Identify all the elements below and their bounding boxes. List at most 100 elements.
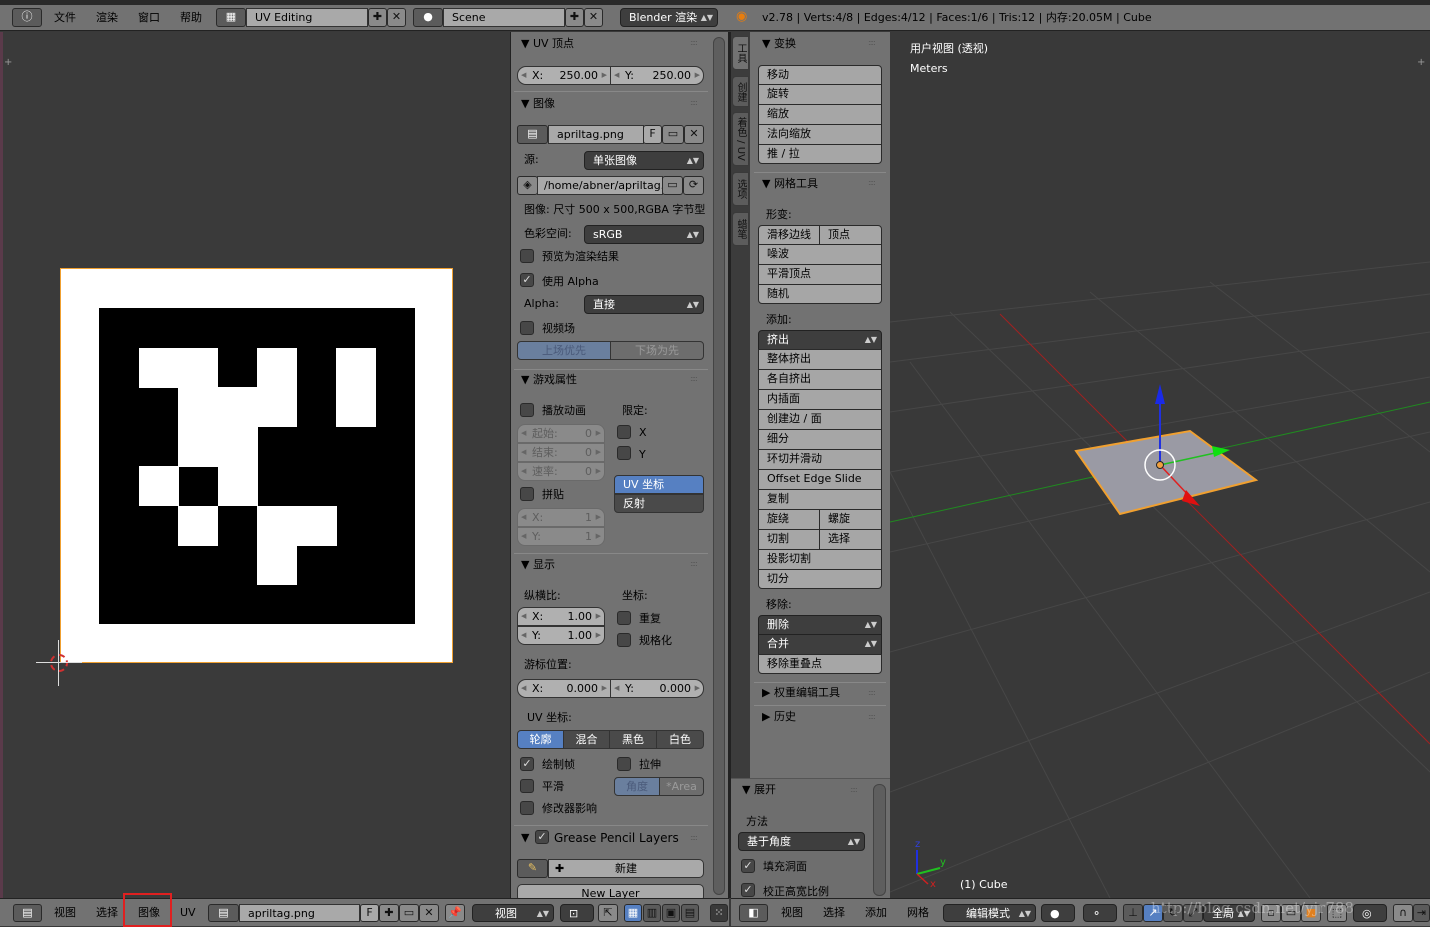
panel-transform-header[interactable]: ▼ 变换 xyxy=(762,37,796,51)
screw-button[interactable]: 螺旋 xyxy=(819,509,882,530)
image-name-field[interactable]: apriltag.png xyxy=(548,125,644,144)
pack-icon[interactable]: ◈ xyxy=(517,176,538,195)
pencil-icon[interactable]: ✎ xyxy=(517,859,548,878)
snap-element-icon[interactable]: ⇥ xyxy=(1413,904,1430,922)
extrude-dropdown[interactable]: 挤出 ▲▼ xyxy=(758,330,882,350)
mode-dropdown[interactable]: 编辑模式 ▲▼ xyxy=(943,904,1036,922)
drag-handle-icon[interactable]: :::: xyxy=(690,98,698,107)
uv-draw-outline[interactable]: 轮廓 xyxy=(517,730,564,749)
correct-aspect-checkbox[interactable]: ✓ xyxy=(741,883,755,897)
menu-render[interactable]: 渲染 xyxy=(96,11,118,25)
slide-edge-button[interactable]: 滑移边线 xyxy=(758,225,820,245)
drag-handle-icon[interactable]: :::: xyxy=(868,712,876,721)
menu-help[interactable]: 帮助 xyxy=(180,11,202,25)
view-mode-dropdown[interactable]: 视图 ▲▼ xyxy=(472,904,554,922)
randomize-button[interactable]: 随机 xyxy=(758,284,882,304)
knife-select-button[interactable]: 选择 xyxy=(819,529,882,550)
stretch-checkbox[interactable] xyxy=(617,757,631,771)
menu-select[interactable]: 选择 xyxy=(823,906,845,920)
editor-type-icon[interactable]: ◧ xyxy=(739,904,768,922)
delete-scene-icon[interactable]: ✕ xyxy=(584,8,603,27)
cursor-x-field[interactable]: ◀ X: 0.000 ▶ xyxy=(517,679,611,698)
menu-window[interactable]: 窗口 xyxy=(138,11,160,25)
panel-uv-vertex-header[interactable]: ▼ UV 顶点 xyxy=(521,37,574,51)
drag-handle-icon[interactable]: :::: xyxy=(868,38,876,47)
manipulator-toggle-icon[interactable]: ⊥ xyxy=(1123,904,1143,922)
panel-display-header[interactable]: ▼ 显示 xyxy=(521,558,555,572)
knife-button[interactable]: 切割 xyxy=(758,529,820,550)
unlink-icon[interactable]: ✕ xyxy=(684,125,704,144)
mapping-reflection-option[interactable]: 反射 xyxy=(614,494,704,513)
translate-button[interactable]: 移动 xyxy=(758,65,882,85)
anim-start-field[interactable]: ◀ 起始: 0 ▶ xyxy=(517,424,605,443)
menu-select[interactable]: 选择 xyxy=(96,906,118,920)
panel-game-header[interactable]: ▼ 游戏属性 xyxy=(521,373,577,387)
drag-handle-icon[interactable]: :::: xyxy=(690,38,698,47)
tab-create[interactable]: 创建 xyxy=(732,76,749,107)
menu-view[interactable]: 视图 xyxy=(781,906,803,920)
loop-cut-slide-button[interactable]: 环切并滑动 xyxy=(758,449,882,470)
slide-vertex-button[interactable]: 顶点 xyxy=(819,225,882,245)
add-scene-icon[interactable]: ✚ xyxy=(565,8,584,27)
drag-handle-icon[interactable]: :::: xyxy=(868,178,876,187)
grease-pencil-checkbox[interactable]: ✓ xyxy=(535,830,549,844)
sync-selection-icon[interactable]: ⇱ xyxy=(598,904,618,922)
rotate-button[interactable]: 旋转 xyxy=(758,84,882,105)
render-engine-dropdown[interactable]: Blender 渲染 ▲▼ xyxy=(620,8,718,27)
anim-end-field[interactable]: ◀ 结束: 0 ▶ xyxy=(517,443,605,462)
panel-grease-pencil-toggle[interactable]: ▼ xyxy=(521,831,529,845)
draw-faces-checkbox[interactable]: ✓ xyxy=(520,757,534,771)
tab-options[interactable]: 选项 xyxy=(732,172,749,206)
menu-file[interactable]: 文件 xyxy=(54,11,76,25)
normalized-checkbox[interactable] xyxy=(617,633,631,647)
proportional-edit-dropdown[interactable]: ◎ xyxy=(1353,904,1387,922)
new-image-icon[interactable]: ✚ xyxy=(379,904,399,922)
smooth-vertex-button[interactable]: 平滑顶点 xyxy=(758,264,882,285)
add-region-icon[interactable]: + xyxy=(1417,56,1425,70)
reload-icon[interactable]: ⟳ xyxy=(683,176,704,195)
operator-scrollbar[interactable] xyxy=(873,784,886,896)
subdivide-button[interactable]: 细分 xyxy=(758,429,882,450)
mapping-uv-option[interactable]: UV 坐标 xyxy=(614,475,704,494)
filepath-field[interactable]: /home/abner/apriltag.... xyxy=(537,176,663,195)
3d-viewport[interactable]: z y x 用户视图 (透视) Meters (1) Cube + xyxy=(890,32,1430,898)
modified-edges-checkbox[interactable] xyxy=(520,801,534,815)
browse-file-icon[interactable]: ▭ xyxy=(662,176,683,195)
tiles-y-field[interactable]: ◀ Y: 1 ▶ xyxy=(517,527,605,546)
merge-dropdown[interactable]: 合并 ▲▼ xyxy=(758,634,882,655)
open-image-icon[interactable]: ▭ xyxy=(399,904,419,922)
cursor-y-field[interactable]: ◀ Y: 0.000 ▶ xyxy=(610,679,704,698)
add-layout-icon[interactable]: ✚ xyxy=(368,8,387,27)
pin-icon[interactable]: 📌 xyxy=(445,904,465,922)
menu-mesh[interactable]: 网格 xyxy=(907,906,929,920)
panel-history-header[interactable]: ▶ 历史 xyxy=(762,710,796,724)
spin-button[interactable]: 旋绕 xyxy=(758,509,820,530)
extrude-individual-button[interactable]: 各自挤出 xyxy=(758,369,882,390)
uv-vertex-x-field[interactable]: ◀ X: 250.00 ▶ xyxy=(517,66,611,85)
tab-shading-uv[interactable]: 着色 / UV xyxy=(732,112,749,166)
image-name-field[interactable]: apriltag.png xyxy=(239,904,360,922)
scene-icon[interactable]: ● xyxy=(413,8,443,27)
new-grease-pencil-button[interactable]: ✚ 新建 xyxy=(548,859,704,878)
anim-speed-field[interactable]: ◀ 速率: 0 ▶ xyxy=(517,462,605,481)
edge-select-mode-icon[interactable]: ▥ xyxy=(643,904,661,922)
animation-checkbox[interactable] xyxy=(520,403,534,417)
vertex-select-mode-icon[interactable]: ▦ xyxy=(624,904,642,922)
add-region-icon[interactable]: + xyxy=(4,56,12,70)
2d-cursor-icon[interactable] xyxy=(36,640,82,686)
colorspace-dropdown[interactable]: sRGB ▲▼ xyxy=(584,225,704,244)
view-as-render-checkbox[interactable] xyxy=(520,249,534,263)
operator-unwrap-header[interactable]: ▼ 展开 xyxy=(742,783,776,797)
fill-holes-checkbox[interactable]: ✓ xyxy=(741,859,755,873)
selected-plane-face[interactable] xyxy=(1074,429,1259,516)
alpha-mode-dropdown[interactable]: 直接 ▲▼ xyxy=(584,295,704,314)
use-alpha-checkbox[interactable]: ✓ xyxy=(520,273,534,287)
editor-type-icon[interactable]: ▤ xyxy=(13,904,42,922)
unwrap-method-dropdown[interactable]: 基于角度 ▲▼ xyxy=(738,832,865,851)
offset-edge-slide-button[interactable]: Offset Edge Slide xyxy=(758,469,882,490)
uv-draw-white[interactable]: 白色 xyxy=(656,730,704,749)
source-dropdown[interactable]: 单张图像 ▲▼ xyxy=(584,151,704,170)
drag-handle-icon[interactable]: :::: xyxy=(868,688,876,697)
info-editor-type-icon[interactable]: ⓘ xyxy=(12,8,42,27)
bisect-button[interactable]: 切分 xyxy=(758,569,882,589)
